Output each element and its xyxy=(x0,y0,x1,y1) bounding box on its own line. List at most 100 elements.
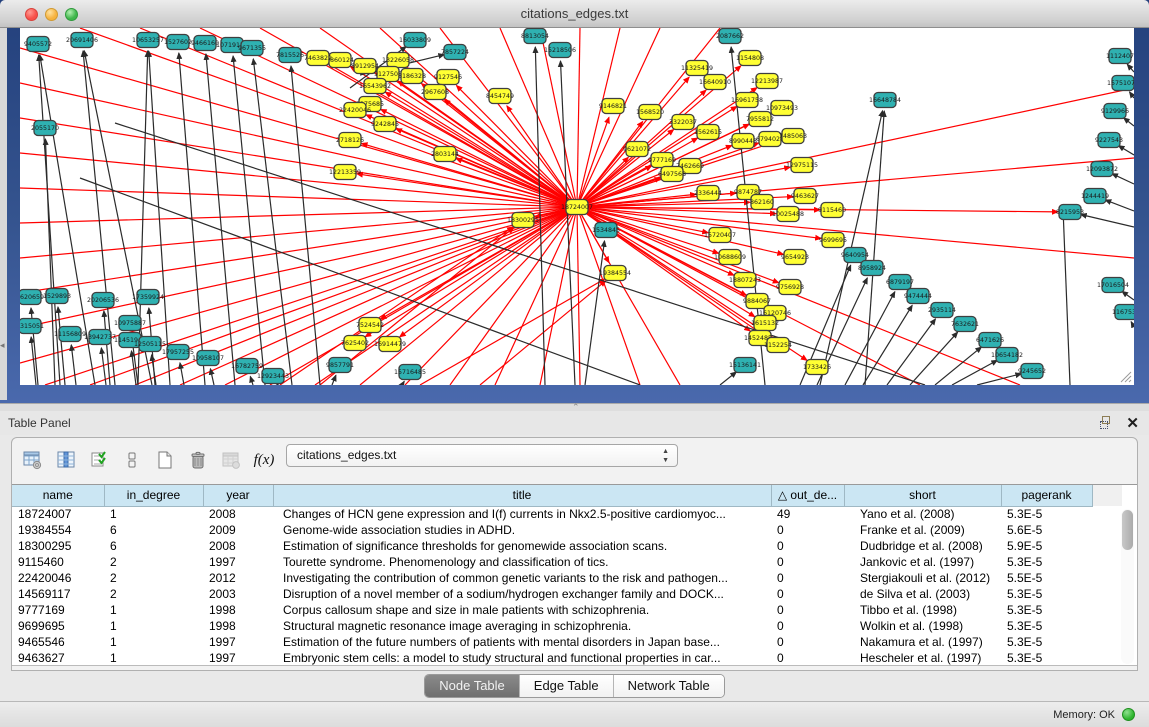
function-builder-button[interactable]: f(x) xyxy=(253,449,275,471)
column-header-short[interactable]: short xyxy=(844,485,1001,506)
column-header-pagerank[interactable]: pagerank xyxy=(1001,485,1092,506)
network-node[interactable]: 12213359 xyxy=(329,165,361,180)
network-node[interactable]: 16648784 xyxy=(869,93,901,108)
table-scrollbar[interactable] xyxy=(1121,509,1134,664)
network-node[interactable]: 9146821 xyxy=(599,99,627,114)
network-node[interactable]: 2087662 xyxy=(716,29,744,44)
network-node[interactable]: 20206536 xyxy=(87,293,119,308)
network-node[interactable]: 9127546 xyxy=(434,70,462,85)
network-node[interactable]: 9621072 xyxy=(623,142,651,157)
network-node[interactable]: 16782759 xyxy=(231,359,263,374)
network-node[interactable]: 9777169 xyxy=(648,153,676,168)
network-node[interactable]: 15716485 xyxy=(394,365,426,380)
network-node[interactable]: 17359924 xyxy=(132,290,164,305)
network-node[interactable]: 22420046 xyxy=(339,103,371,118)
network-node[interactable]: 16914479 xyxy=(374,337,406,352)
network-node[interactable]: 1733426 xyxy=(803,360,831,375)
network-node[interactable]: 1568520 xyxy=(636,105,664,120)
network-node[interactable]: 7632621 xyxy=(951,317,979,332)
network-node[interactable]: 1152254 xyxy=(764,338,792,353)
network-node[interactable]: 2967608 xyxy=(421,85,449,100)
network-node[interactable]: 10688609 xyxy=(714,250,746,265)
table-row[interactable]: 911546021997Tourette syndrome. Phenomeno… xyxy=(12,554,1122,570)
network-node[interactable]: 12213987 xyxy=(751,74,783,89)
network-node[interactable]: 7463822 xyxy=(304,51,332,66)
network-node[interactable]: 16961758 xyxy=(731,93,763,108)
citation-network-graph[interactable]: 1872400788601248912954132260589127508165… xyxy=(20,28,1134,385)
network-node[interactable]: 1615132 xyxy=(751,316,779,331)
network-node[interactable]: 8813054 xyxy=(521,29,549,44)
network-node[interactable]: 1112407 xyxy=(1106,49,1134,64)
network-node[interactable]: 15218506 xyxy=(544,43,576,58)
network-node[interactable]: 1527602 xyxy=(164,35,192,50)
network-node[interactable]: 8990448 xyxy=(729,134,757,149)
row-height-button[interactable] xyxy=(121,449,143,471)
table-row[interactable]: 977716911998Corpus callosum shape and si… xyxy=(12,602,1122,618)
close-panel-icon[interactable]: ✕ xyxy=(1126,414,1139,432)
table-row[interactable]: 946554611997Estimation of the future num… xyxy=(12,634,1122,650)
network-node[interactable]: 20691406 xyxy=(66,33,98,48)
network-node[interactable]: 16033809 xyxy=(399,33,431,48)
network-node[interactable]: 17016504 xyxy=(1097,278,1129,293)
network-node[interactable]: 9405572 xyxy=(24,37,52,52)
table-row[interactable]: 1830029562008Estimation of significance … xyxy=(12,538,1122,554)
column-header-in_degree[interactable]: in_degree xyxy=(104,485,203,506)
network-node[interactable]: 9699695 xyxy=(819,233,847,248)
table-scrollbar-thumb[interactable] xyxy=(1122,510,1133,550)
network-node[interactable]: 6879197 xyxy=(886,275,914,290)
table-row[interactable]: 946362711997Embryonic stem cells: a mode… xyxy=(12,650,1122,666)
network-node[interactable]: 2935114 xyxy=(928,303,956,318)
network-node[interactable]: 9756928 xyxy=(776,280,804,295)
network-node[interactable]: 15720407 xyxy=(704,228,736,243)
tab-network-table[interactable]: Network Table xyxy=(614,675,724,697)
network-node[interactable]: 12093872 xyxy=(1086,162,1118,177)
network-node[interactable]: 18724007 xyxy=(561,200,593,215)
network-node[interactable]: 9129966 xyxy=(1101,104,1129,119)
network-node[interactable]: 6497568 xyxy=(658,167,686,182)
panel-divider[interactable]: ⌃ xyxy=(0,403,1149,411)
table-row[interactable]: 2242004622012Investigating the contribut… xyxy=(12,570,1122,586)
network-node[interactable]: 10958107 xyxy=(192,351,224,366)
network-node[interactable]: 1167531 xyxy=(1112,305,1134,320)
network-node[interactable]: 10654182 xyxy=(991,348,1023,363)
float-panel-icon[interactable] xyxy=(1100,416,1113,429)
network-node[interactable]: 13942737 xyxy=(84,330,116,345)
column-header-name[interactable]: name xyxy=(12,485,104,506)
network-node[interactable]: 10975887 xyxy=(114,316,146,331)
network-node[interactable]: 7857224 xyxy=(441,45,469,60)
delete-table-button[interactable] xyxy=(220,449,242,471)
network-node[interactable]: 1244419 xyxy=(1081,189,1109,204)
network-node[interactable]: 2336444 xyxy=(694,186,722,201)
network-node[interactable]: 7955812 xyxy=(746,112,774,127)
network-node[interactable]: 16640910 xyxy=(699,75,731,90)
network-node[interactable]: 8186328 xyxy=(398,69,426,84)
tab-edge-table[interactable]: Edge Table xyxy=(520,675,614,697)
table-row[interactable]: 969969511998Structural magnetic resonanc… xyxy=(12,618,1122,634)
network-node[interactable]: 16543962 xyxy=(359,79,391,94)
network-node[interactable]: 10025488 xyxy=(772,207,804,222)
network-node[interactable]: 8215953 xyxy=(1056,205,1084,220)
network-node[interactable]: 2718126 xyxy=(336,133,364,148)
network-node[interactable]: 9466160 xyxy=(191,36,219,51)
network-node[interactable]: 1534845 xyxy=(592,223,620,238)
delete-column-button[interactable] xyxy=(187,449,209,471)
network-node[interactable]: 9115460 xyxy=(818,203,846,218)
network-node[interactable]: 8454749 xyxy=(486,89,514,104)
tab-node-table[interactable]: Node Table xyxy=(425,675,520,697)
network-node[interactable]: 13226058 xyxy=(382,53,414,68)
network-node[interactable]: 7485063 xyxy=(779,129,807,144)
column-header-title[interactable]: title xyxy=(273,485,771,506)
network-window-titlebar[interactable]: citations_edges.txt xyxy=(0,0,1149,28)
network-node[interactable]: 18807243 xyxy=(729,273,761,288)
network-node[interactable]: 9227543 xyxy=(1095,133,1123,148)
network-node[interactable]: 15136141 xyxy=(729,358,761,373)
network-node[interactable]: 9654923 xyxy=(781,250,809,265)
column-header-year[interactable]: year xyxy=(203,485,273,506)
table-row[interactable]: 1938455462009Genome-wide association stu… xyxy=(12,522,1122,538)
table-row[interactable]: 1872400712008Changes of HCN gene express… xyxy=(12,506,1122,522)
network-node[interactable]: 9474444 xyxy=(904,289,932,304)
network-node[interactable]: 12975115 xyxy=(786,158,818,173)
network-node[interactable]: 19384554 xyxy=(599,266,631,281)
network-node[interactable]: 9671355 xyxy=(238,41,266,56)
network-node[interactable]: 1529893 xyxy=(43,289,71,304)
